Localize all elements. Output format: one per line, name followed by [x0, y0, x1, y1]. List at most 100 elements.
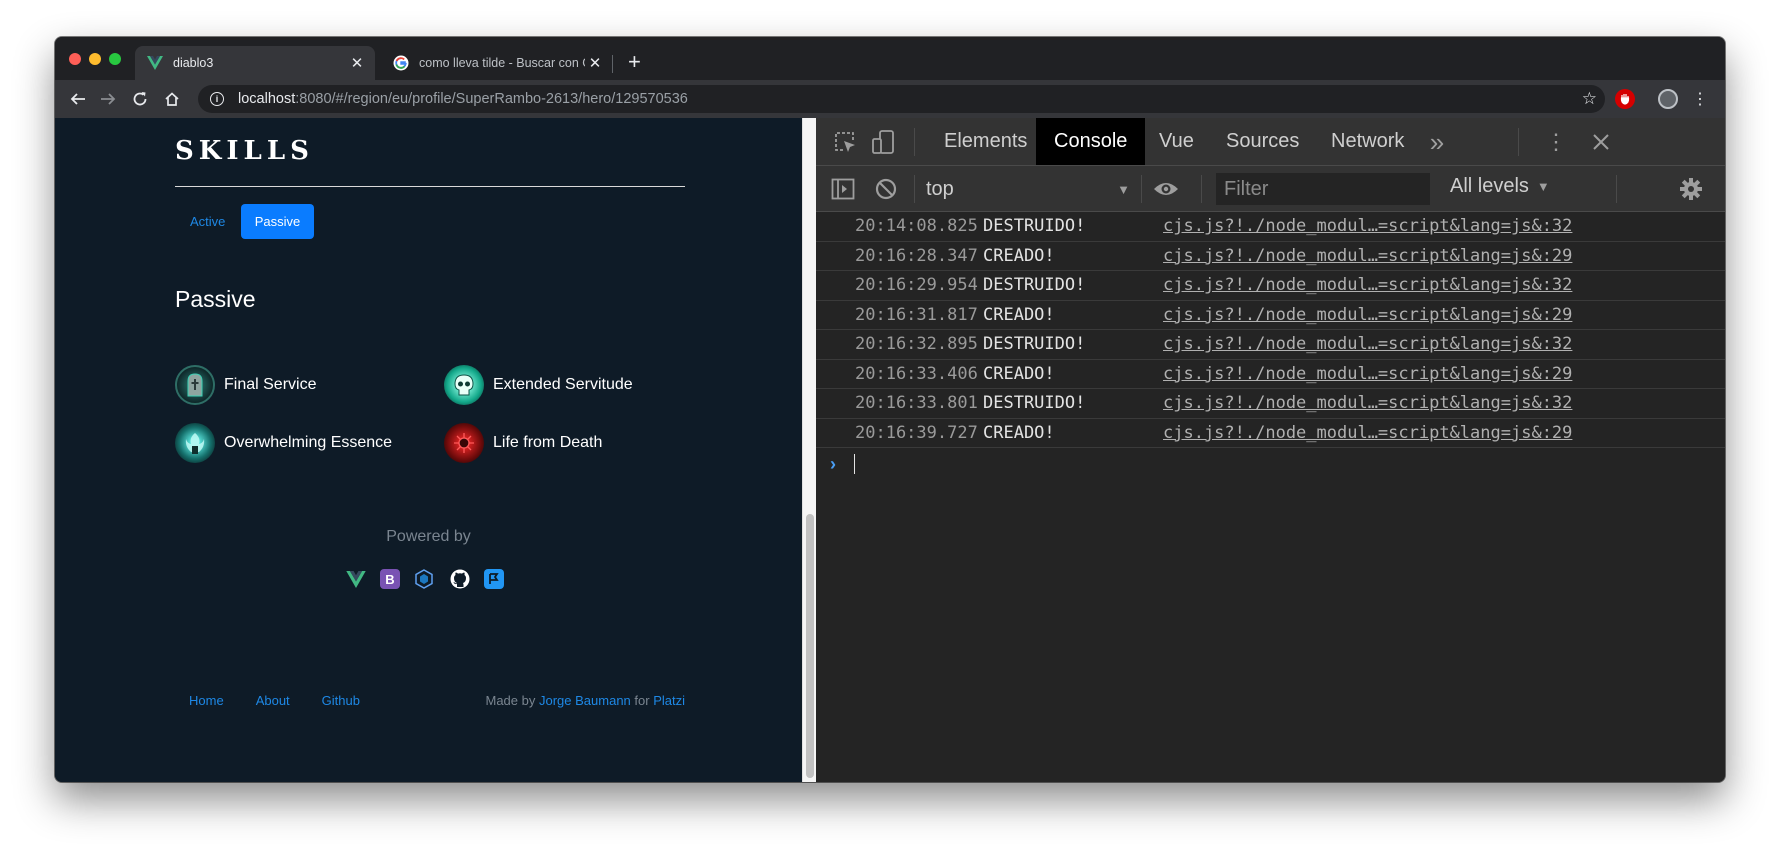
bootstrap-icon[interactable]: B: [380, 569, 400, 589]
skill-final-service[interactable]: Final Service: [175, 365, 316, 405]
console-message: 20:16:29.954 DESTRUIDO! cjs.js?!./node_m…: [816, 271, 1725, 301]
log-timestamp: 20:16:33.801: [855, 393, 978, 414]
platzi-icon[interactable]: [484, 569, 504, 589]
footer-link-about[interactable]: About: [256, 693, 290, 708]
console-message: 20:16:39.727 CREADO! cjs.js?!./node_modu…: [816, 419, 1725, 448]
log-source-link[interactable]: cjs.js?!./node_modul…=script&lang=js&:29: [1163, 246, 1572, 266]
home-icon[interactable]: [159, 86, 185, 112]
toolbar-separator: [1141, 175, 1142, 203]
skills-title: SKILLS: [175, 136, 314, 166]
profile-avatar[interactable]: [1658, 89, 1678, 109]
chevron-down-icon: ▼: [1117, 181, 1130, 197]
devtools-menu-icon[interactable]: ⋮: [1543, 129, 1569, 155]
close-tab-icon[interactable]: ✕: [585, 54, 605, 72]
device-toolbar-icon[interactable]: [870, 129, 896, 155]
site-info-icon[interactable]: i: [210, 92, 224, 106]
tab-elements[interactable]: Elements: [926, 118, 1045, 165]
chevron-down-icon: ▼: [1536, 179, 1550, 194]
console-message: 20:16:33.406 CREADO! cjs.js?!./node_modu…: [816, 360, 1725, 389]
show-sidebar-icon[interactable]: [830, 176, 856, 202]
url-text[interactable]: localhost:8080/#/region/eu/profile/Super…: [238, 91, 688, 107]
web-page: SKILLS Active Passive Passive Final Serv…: [55, 118, 802, 782]
live-expression-eye-icon[interactable]: [1153, 176, 1179, 202]
tab-title: como lleva tilde - Buscar con G: [419, 56, 585, 70]
log-text: DESTRUIDO!: [983, 334, 1086, 355]
log-source-link[interactable]: cjs.js?!./node_modul…=script&lang=js&:32: [1163, 275, 1572, 295]
powered-by-label: Powered by: [386, 528, 471, 545]
toolbar-separator: [1518, 128, 1519, 156]
log-text: CREADO!: [983, 363, 1055, 384]
tab-diablo3[interactable]: diablo3 ✕: [135, 46, 375, 80]
google-logo-icon: [393, 55, 409, 71]
page-scrollbar[interactable]: [802, 118, 816, 782]
skill-name: Life from Death: [493, 434, 603, 451]
tab-console[interactable]: Console: [1036, 118, 1146, 165]
tab-separator: [612, 55, 613, 73]
extension-stop-icon[interactable]: [1615, 89, 1635, 109]
log-text: DESTRUIDO!: [983, 216, 1086, 237]
webpack-icon[interactable]: [412, 567, 436, 591]
tab-network[interactable]: Network: [1313, 118, 1422, 165]
prompt-chevron-icon: ›: [830, 453, 836, 474]
log-source-link[interactable]: cjs.js?!./node_modul…=script&lang=js&:32: [1163, 393, 1572, 413]
platzi-link[interactable]: Platzi: [653, 693, 685, 708]
log-timestamp: 20:16:29.954: [855, 275, 978, 296]
scrollbar-thumb[interactable]: [806, 514, 814, 778]
footer-link-github[interactable]: Github: [322, 693, 360, 708]
footer-link-home[interactable]: Home: [189, 693, 224, 708]
skill-overwhelming-essence[interactable]: Overwhelming Essence: [175, 423, 392, 463]
skill-extended-servitude[interactable]: Extended Servitude: [444, 365, 633, 405]
tab-sources[interactable]: Sources: [1208, 118, 1317, 165]
console-message: 20:16:28.347 CREADO! cjs.js?!./node_modu…: [816, 242, 1725, 271]
log-source-link[interactable]: cjs.js?!./node_modul…=script&lang=js&:29: [1163, 423, 1572, 443]
log-source-link[interactable]: cjs.js?!./node_modul…=script&lang=js&:29: [1163, 305, 1572, 325]
skill-name: Overwhelming Essence: [224, 434, 393, 451]
vue-icon[interactable]: [344, 567, 368, 591]
devtools-panel: Elements Console Vue Sources Network » ⋮: [816, 118, 1725, 782]
log-levels-select[interactable]: All levels ▼: [1450, 175, 1550, 198]
new-tab-button[interactable]: +: [628, 49, 641, 75]
log-timestamp: 20:16:31.817: [855, 304, 978, 325]
close-tab-icon[interactable]: ✕: [347, 54, 367, 72]
toolbar-separator: [914, 128, 915, 156]
tab-vue[interactable]: Vue: [1141, 118, 1212, 165]
bookmark-star-icon[interactable]: ☆: [1582, 89, 1597, 109]
console-messages: 20:14:08.825 DESTRUIDO! cjs.js?!./node_m…: [816, 212, 1725, 480]
execution-context-select[interactable]: top ▼: [926, 175, 1136, 203]
clear-console-icon[interactable]: [873, 176, 899, 202]
log-text: CREADO!: [983, 304, 1055, 325]
skill-life-from-death[interactable]: Life from Death: [444, 423, 602, 463]
log-timestamp: 20:16:32.895: [855, 334, 978, 355]
author-link[interactable]: Jorge Baumann: [539, 693, 631, 708]
github-icon[interactable]: [448, 567, 472, 591]
log-timestamp: 20:16:33.406: [855, 363, 978, 384]
browser-window: diablo3 ✕ como lleva tilde - Buscar con …: [55, 37, 1725, 782]
log-source-link[interactable]: cjs.js?!./node_modul…=script&lang=js&:32: [1163, 216, 1572, 236]
console-filter-input[interactable]: [1216, 173, 1430, 205]
maximize-window-button[interactable]: [109, 53, 121, 65]
log-source-link[interactable]: cjs.js?!./node_modul…=script&lang=js&:32: [1163, 334, 1572, 354]
minimize-window-button[interactable]: [89, 53, 101, 65]
tab-passive-skills[interactable]: Passive: [241, 204, 314, 239]
tab-google-search[interactable]: como lleva tilde - Buscar con G ✕: [381, 46, 613, 80]
toolbar-separator: [914, 175, 915, 203]
chrome-menu-icon[interactable]: ⋮: [1687, 86, 1713, 112]
console-message: 20:16:31.817 CREADO! cjs.js?!./node_modu…: [816, 301, 1725, 330]
toolbar-separator: [1201, 175, 1202, 203]
tab-active-skills[interactable]: Active: [175, 204, 240, 239]
console-prompt[interactable]: ›: [816, 448, 1725, 480]
gear-icon[interactable]: [1678, 176, 1704, 202]
back-arrow-icon[interactable]: [65, 86, 91, 112]
blood-orb-icon: [444, 423, 484, 463]
vue-logo-icon: [147, 55, 163, 71]
close-window-button[interactable]: [69, 53, 81, 65]
close-devtools-icon[interactable]: [1588, 129, 1614, 155]
reload-icon[interactable]: [127, 86, 153, 112]
essence-icon: [175, 423, 215, 463]
inspect-element-icon[interactable]: [832, 129, 858, 155]
address-bar[interactable]: i localhost:8080/#/region/eu/profile/Sup…: [198, 85, 1605, 113]
log-timestamp: 20:16:39.727: [855, 422, 978, 443]
forward-arrow-icon[interactable]: [95, 86, 121, 112]
log-source-link[interactable]: cjs.js?!./node_modul…=script&lang=js&:29: [1163, 364, 1572, 384]
more-tabs-icon[interactable]: »: [1424, 127, 1450, 157]
